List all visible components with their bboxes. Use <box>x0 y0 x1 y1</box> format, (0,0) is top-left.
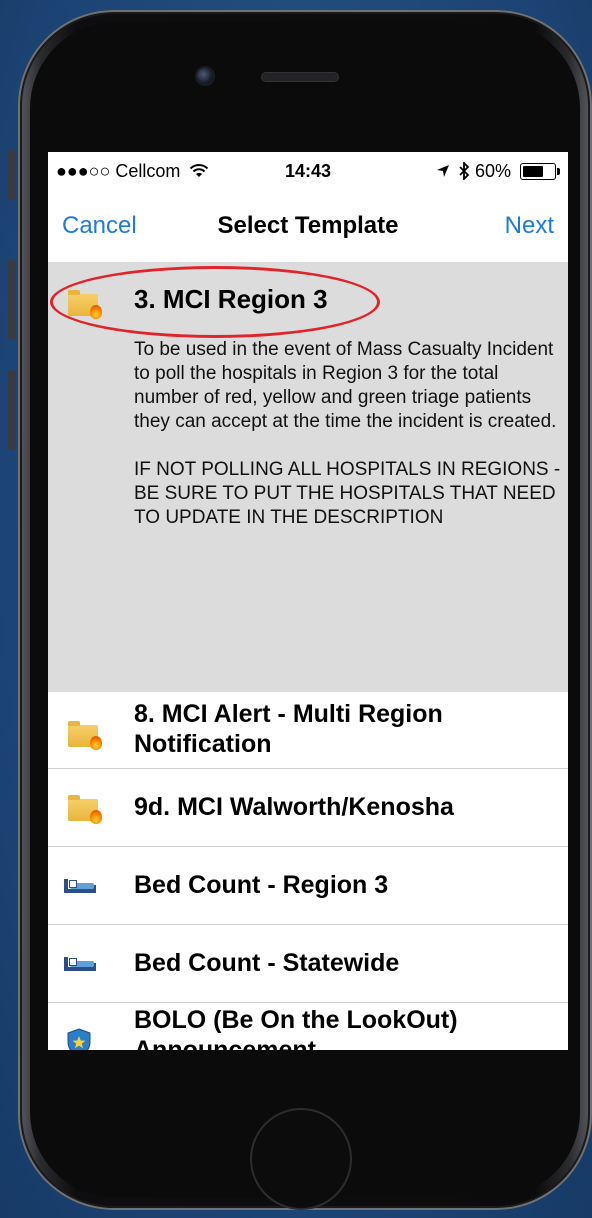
volume-down-button <box>8 370 16 450</box>
battery-percent: 60% <box>474 161 511 181</box>
red-circle-annotation <box>50 266 380 338</box>
police-badge-icon <box>67 1028 91 1050</box>
description-warning: IF NOT POLLING ALL HOSPITALS IN REGIONS … <box>134 459 561 528</box>
list-item-label: Bed Count - Statewide <box>134 949 400 977</box>
volume-up-button <box>8 260 16 340</box>
folder-fire-icon <box>68 721 102 750</box>
description-paragraph: To be used in the event of Mass Casualty… <box>134 339 557 432</box>
bed-icon <box>64 957 96 971</box>
status-bar: ●●●○○ Cellcom 14:43 60% <box>48 152 568 192</box>
phone-screen: ●●●○○ Cellcom 14:43 60% Cancel Select Te… <box>48 152 568 1050</box>
status-right-group: 60% <box>435 160 560 182</box>
list-item-label: BOLO (Be On the LookOut) Announcement <box>134 1006 458 1050</box>
bed-icon <box>64 879 96 893</box>
list-item[interactable]: BOLO (Be On the LookOut) Announcement <box>48 1003 568 1050</box>
front-camera <box>197 68 213 84</box>
selected-template-description: To be used in the event of Mass Casualty… <box>134 338 564 554</box>
location-arrow-icon <box>436 165 449 177</box>
bluetooth-icon <box>459 160 470 182</box>
next-button[interactable]: Next <box>505 212 554 240</box>
page-title: Select Template <box>217 212 399 239</box>
home-button[interactable] <box>250 1108 352 1210</box>
navigation-bar: Cancel Select Template Next <box>48 192 568 263</box>
list-item[interactable]: 8. MCI Alert - Multi Region Notification <box>48 692 568 769</box>
battery-icon <box>520 163 560 180</box>
list-item-label: 8. MCI Alert - Multi Region Notification <box>134 700 443 758</box>
silent-switch <box>8 150 16 200</box>
list-item-label: 9d. MCI Walworth/Kenosha <box>134 793 454 821</box>
selected-template-row[interactable]: 3. MCI Region 3 To be used in the event … <box>48 262 568 692</box>
list-item[interactable]: Bed Count - Region 3 <box>48 847 568 925</box>
earpiece-speaker <box>262 73 338 81</box>
list-item[interactable]: 9d. MCI Walworth/Kenosha <box>48 769 568 847</box>
list-item-label: Bed Count - Region 3 <box>134 871 389 899</box>
list-item[interactable]: Bed Count - Statewide <box>48 925 568 1003</box>
folder-fire-icon <box>68 795 102 824</box>
